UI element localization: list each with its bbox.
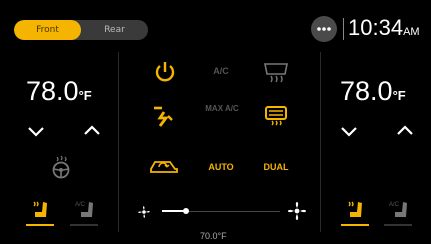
right-divider [320,52,321,232]
clock: 10:34AM [348,15,420,41]
driver-temp-unit: °F [78,88,92,103]
passenger-seat-heat-level [341,224,369,226]
auto-button[interactable]: AUTO [204,162,238,172]
power-icon[interactable] [153,60,177,84]
driver-temp-up-icon[interactable] [82,121,102,141]
passenger-temp-down-icon[interactable] [339,121,359,141]
fan-speed-handle[interactable] [183,208,189,214]
header-divider [343,18,344,40]
passenger-temp-up-icon[interactable] [395,121,415,141]
passenger-seat-heat-icon[interactable] [343,199,367,221]
fan-low-icon[interactable] [136,204,152,220]
tab-front[interactable]: Front [14,20,81,40]
more-options-button[interactable] [311,16,337,42]
driver-seat-heat-level [26,224,54,226]
svg-text:A/C: A/C [389,202,400,208]
passenger-seat-cool-level [384,224,412,226]
airflow-mode-icon[interactable] [150,104,176,128]
driver-temperature: 78.0°F [26,76,92,107]
steering-wheel-heat-icon[interactable] [49,155,73,179]
front-rear-toggle[interactable]: Front Rear [14,20,148,40]
driver-seat-cool-icon[interactable]: A/C [72,199,96,221]
rear-temperature-readout: 70.0°F [200,231,227,241]
ac-button[interactable]: A/C [208,66,234,76]
passenger-temp-value: 78.0 [340,76,393,106]
tab-rear[interactable]: Rear [81,20,148,40]
recirculation-icon[interactable] [148,156,180,176]
passenger-temp-unit: °F [392,88,406,103]
rear-window-defrost-icon[interactable] [262,104,290,128]
passenger-seat-cool-icon[interactable]: A/C [386,199,410,221]
clock-ampm: AM [403,26,420,38]
max-ac-button[interactable]: MAX A/C [202,104,242,113]
ellipsis-icon [317,27,331,31]
driver-seat-heat-icon[interactable] [28,199,52,221]
driver-temp-down-icon[interactable] [26,121,46,141]
clock-time: 10:34 [348,15,404,40]
passenger-temperature: 78.0°F [340,76,406,107]
driver-seat-cool-level [70,224,98,226]
defrost-rear-icon[interactable] [262,60,290,84]
left-divider [118,52,119,232]
fan-high-icon[interactable] [286,200,308,222]
driver-temp-value: 78.0 [26,76,79,106]
svg-text:A/C: A/C [75,202,86,208]
dual-button[interactable]: DUAL [258,162,294,172]
